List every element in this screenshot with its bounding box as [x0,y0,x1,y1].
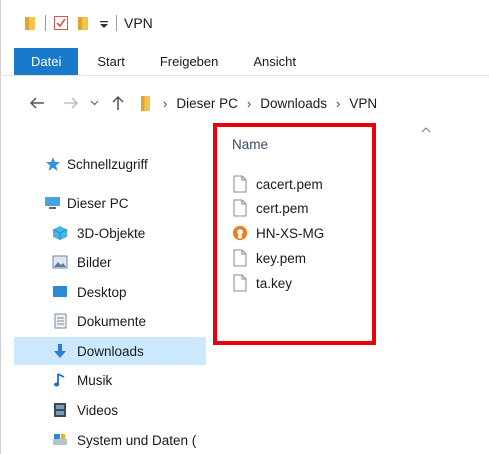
sidebar-item-label: Dokumente [77,313,147,329]
sidebar-item-bilder[interactable]: Bilder [14,248,206,276]
sidebar-item-label: System und Daten ( [77,432,197,448]
sidebar-item-system-und-daten[interactable]: System und Daten ( [14,426,214,454]
toolbar-separator [116,15,117,31]
sidebar-item-label: Videos [77,402,119,418]
computer-icon [44,194,62,212]
breadcrumb-downloads[interactable]: Downloads [260,96,327,111]
new-folder-icon[interactable] [77,15,91,31]
music-icon [51,371,69,389]
window-title: VPN [124,15,153,31]
sidebar-item-dieser-pc[interactable]: Dieser PC [14,189,206,217]
cube-icon [51,224,69,242]
desktop-icon [51,283,69,301]
breadcrumb-separator-icon[interactable]: › [163,96,167,111]
sidebar-item-label: Desktop [77,284,127,300]
forward-arrow-icon[interactable] [62,96,80,110]
sidebar-item-label: Dieser PC [67,195,129,211]
folder-icon[interactable] [24,15,38,31]
tab-label: Start [97,54,125,69]
sidebar-item-label: Schnellzugriff [67,156,148,172]
star-icon [44,155,62,173]
annotation-highlight-box [213,123,376,345]
ribbon-tabs: Datei Start Freigeben Ansicht [0,48,489,76]
tab-datei[interactable]: Datei [14,48,79,75]
tab-label: Datei [31,54,62,69]
sidebar-item-label: Musik [77,372,113,388]
videos-icon [51,401,69,419]
title-bar: VPN [0,0,489,46]
sidebar-item-label: Bilder [77,254,112,270]
customize-toolbar-icon[interactable] [99,16,109,30]
sidebar-item-videos[interactable]: Videos [14,396,206,424]
up-arrow-icon[interactable] [110,95,126,111]
documents-icon [51,312,69,330]
pictures-icon [51,253,69,271]
toolbar-separator [45,15,46,31]
tab-label: Freigeben [159,54,219,69]
sidebar-item-3d-objekte[interactable]: 3D-Objekte [14,219,206,247]
properties-icon[interactable] [53,15,69,31]
sidebar-item-label: 3D-Objekte [77,225,146,241]
sidebar-item-desktop[interactable]: Desktop [14,278,206,306]
tab-start[interactable]: Start [78,48,139,75]
drive-icon [51,431,69,449]
sidebar-item-schnellzugriff[interactable]: Schnellzugriff [14,150,206,178]
breadcrumb-separator-icon[interactable]: › [336,96,340,111]
folder-icon [140,94,152,112]
tab-freigeben[interactable]: Freigeben [140,48,234,75]
download-icon [51,342,69,360]
recent-locations-chevron-icon[interactable] [88,100,100,106]
sidebar-item-downloads[interactable]: Downloads [14,337,206,365]
sidebar-item-dokumente[interactable]: Dokumente [14,307,206,335]
sidebar-item-label: Downloads [77,343,144,359]
breadcrumb-separator-icon[interactable]: › [247,96,251,111]
sort-ascending-icon[interactable] [421,124,431,136]
breadcrumb-vpn[interactable]: VPN [349,96,377,111]
sidebar-item-musik[interactable]: Musik [14,366,206,394]
file-explorer-window: VPN Datei Start Freigeben Ansicht › Dies… [0,0,489,454]
back-arrow-icon[interactable] [28,96,46,110]
tab-label: Ansicht [253,54,297,69]
navigation-bar: › Dieser PC › Downloads › VPN [0,86,489,120]
breadcrumb-dieser-pc[interactable]: Dieser PC [176,96,238,111]
tab-ansicht[interactable]: Ansicht [233,48,309,75]
